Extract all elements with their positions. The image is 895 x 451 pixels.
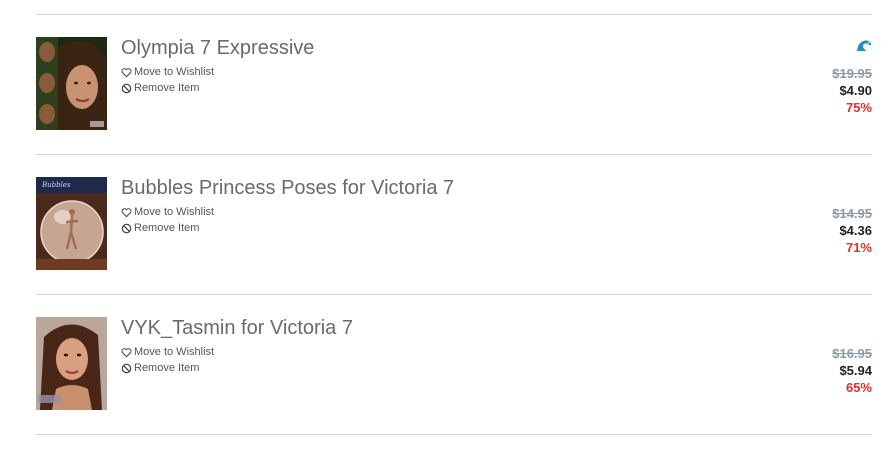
price-block: $19.95 $4.90 75% xyxy=(832,65,872,116)
sale-price: $4.90 xyxy=(839,83,872,98)
product-thumbnail[interactable] xyxy=(36,317,107,410)
original-price: $16.95 xyxy=(832,346,872,361)
discount-percent: 71% xyxy=(845,240,872,255)
heart-icon xyxy=(121,347,132,358)
remove-label: Remove Item xyxy=(134,222,200,234)
discount-percent: 65% xyxy=(845,380,872,395)
cart-item: Olympia 7 Expressive Move to Wishlist Re… xyxy=(0,15,895,155)
remove-label: Remove Item xyxy=(134,82,200,94)
remove-item-link[interactable]: Remove Item xyxy=(121,222,199,234)
prohibited-icon xyxy=(121,363,132,374)
price-block: $14.95 $4.36 71% xyxy=(832,205,872,256)
product-title[interactable]: VYK_Tasmin for Victoria 7 xyxy=(121,317,353,340)
remove-item-link[interactable]: Remove Item xyxy=(121,82,199,94)
sale-price: $5.94 xyxy=(839,363,872,378)
original-price: $19.95 xyxy=(832,66,872,81)
cart-item: Bubbles Bubbles Princess Poses for Victo… xyxy=(0,155,895,295)
wishlist-label: Move to Wishlist xyxy=(134,206,215,218)
prohibited-icon xyxy=(121,83,132,94)
remove-label: Remove Item xyxy=(134,362,200,374)
move-to-wishlist-link[interactable]: Move to Wishlist xyxy=(121,346,214,358)
move-to-wishlist-link[interactable]: Move to Wishlist xyxy=(121,206,214,218)
heart-icon xyxy=(121,67,132,78)
price-block: $16.95 $5.94 65% xyxy=(832,345,872,396)
svg-text:Bubbles: Bubbles xyxy=(41,181,71,189)
wishlist-label: Move to Wishlist xyxy=(134,346,215,358)
move-to-wishlist-link[interactable]: Move to Wishlist xyxy=(121,66,214,78)
product-title[interactable]: Olympia 7 Expressive xyxy=(121,37,314,60)
cart-item: VYK_Tasmin for Victoria 7 Move to Wishli… xyxy=(0,295,895,435)
heart-icon xyxy=(121,207,132,218)
product-thumbnail[interactable]: Bubbles xyxy=(36,177,107,270)
dolphin-icon xyxy=(856,39,872,52)
product-title[interactable]: Bubbles Princess Poses for Victoria 7 xyxy=(121,177,454,200)
product-thumbnail[interactable] xyxy=(36,37,107,130)
original-price: $14.95 xyxy=(832,206,872,221)
sale-price: $4.36 xyxy=(839,223,872,238)
wishlist-label: Move to Wishlist xyxy=(134,66,215,78)
divider xyxy=(36,434,872,435)
cart-item-list: Olympia 7 Expressive Move to Wishlist Re… xyxy=(0,0,895,451)
discount-percent: 75% xyxy=(845,100,872,115)
remove-item-link[interactable]: Remove Item xyxy=(121,362,199,374)
prohibited-icon xyxy=(121,223,132,234)
